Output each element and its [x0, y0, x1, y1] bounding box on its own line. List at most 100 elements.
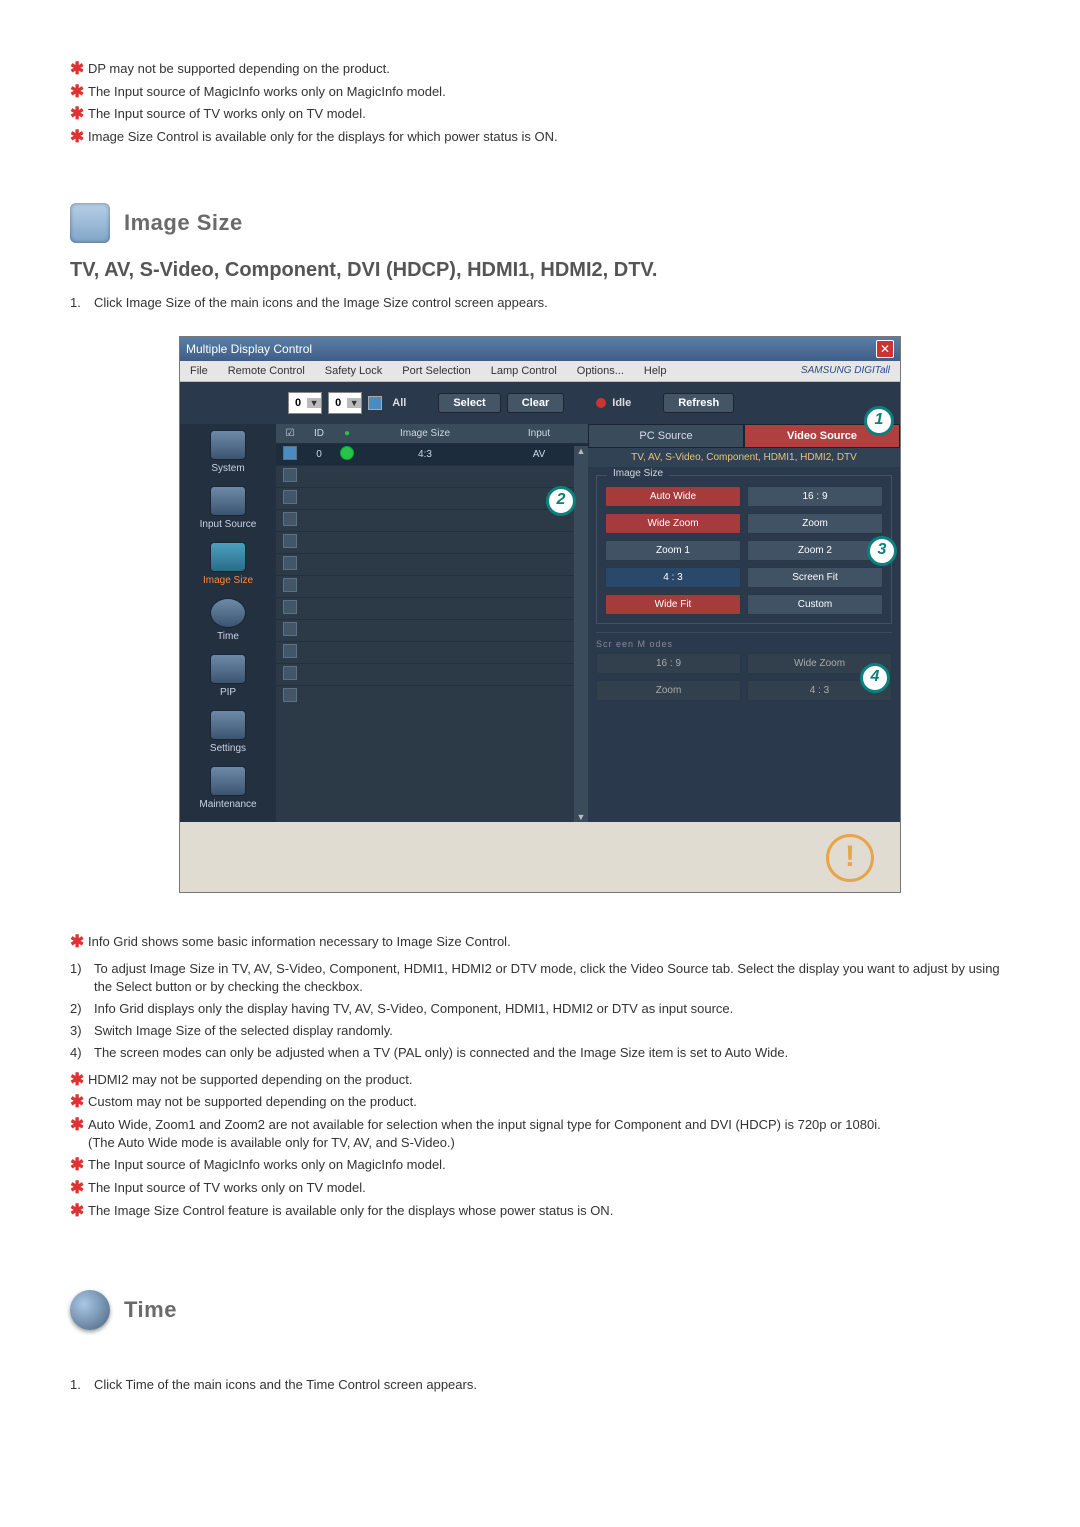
row-checkbox[interactable] [283, 490, 297, 504]
star-icon: ✱ [70, 1179, 88, 1198]
callout-1: 1 [864, 406, 894, 436]
row-checkbox[interactable] [283, 688, 297, 702]
sidebar-item-maintenance[interactable]: Maintenance [180, 766, 276, 810]
toolbar: 0 ▼ 0 ▼ All Select Clear Idle Refresh 1 [180, 382, 900, 424]
callout-2: 2 [546, 486, 576, 516]
table-row[interactable] [276, 488, 588, 510]
star-icon: ✱ [70, 83, 88, 102]
star-icon: ✱ [70, 1093, 88, 1112]
row-checkbox[interactable] [283, 578, 297, 592]
info-grid: ☑ ID ● Image Size Input 0 4:3 AV [276, 424, 588, 822]
input-source-icon [210, 486, 246, 516]
image-size-subtitle: TV, AV, S-Video, Component, DVI (HDCP), … [70, 259, 1010, 282]
sidebar-item-time[interactable]: Time [180, 598, 276, 642]
all-checkbox[interactable] [368, 396, 382, 410]
star-icon: ✱ [70, 105, 88, 124]
section-image-size-title: Image Size [124, 210, 243, 236]
zoom-button[interactable]: Zoom [747, 513, 883, 534]
dim-zoom-button[interactable]: Zoom [596, 680, 741, 701]
table-row[interactable]: 0 4:3 AV [276, 444, 588, 466]
16-9-button[interactable]: 16 : 9 [747, 486, 883, 507]
spin-a[interactable]: 0 ▼ [288, 392, 322, 414]
select-button[interactable]: Select [438, 393, 500, 413]
close-icon[interactable]: ✕ [876, 340, 894, 358]
video-mode-note: TV, AV, S-Video, Component, HDMI1, HDMI2… [588, 448, 900, 467]
image-size-sidebar-icon [210, 542, 246, 572]
top-notes: ✱DP may not be supported depending on th… [70, 60, 1010, 147]
callout-4: 4 [860, 663, 890, 693]
table-row[interactable] [276, 576, 588, 598]
row-checkbox[interactable] [283, 622, 297, 636]
row-checkbox[interactable] [283, 534, 297, 548]
spin-b[interactable]: 0 ▼ [328, 392, 362, 414]
star-icon: ✱ [70, 1202, 88, 1221]
auto-wide-button[interactable]: Auto Wide [605, 486, 741, 507]
zoom2-button[interactable]: Zoom 2 [747, 540, 883, 561]
row-checkbox[interactable] [283, 666, 297, 680]
row-checkbox[interactable] [283, 512, 297, 526]
table-row[interactable] [276, 532, 588, 554]
grid-header: ☑ ID ● Image Size Input [276, 424, 588, 444]
all-label: All [392, 397, 406, 409]
menubar: File Remote Control Safety Lock Port Sel… [180, 361, 900, 382]
wide-zoom-button[interactable]: Wide Zoom [605, 513, 741, 534]
maintenance-icon [210, 766, 246, 796]
section-time-head: Time [70, 1290, 1010, 1330]
row-checkbox[interactable] [283, 446, 297, 460]
sidebar-item-system[interactable]: System [180, 430, 276, 474]
menu-options[interactable]: Options... [567, 361, 634, 381]
info-icon: ! [826, 834, 874, 882]
pip-icon [210, 654, 246, 684]
image-size-group: Image Size Auto Wide 16 : 9 Wide Zoom Zo… [596, 475, 892, 624]
sidebar-item-pip[interactable]: PIP [180, 654, 276, 698]
sidebar-item-input-source[interactable]: Input Source [180, 486, 276, 530]
window-title: Multiple Display Control [186, 342, 312, 356]
sidebar-item-settings[interactable]: Settings [180, 710, 276, 754]
row-checkbox[interactable] [283, 468, 297, 482]
screen-fit-button[interactable]: Screen Fit [747, 567, 883, 588]
tab-pc-source[interactable]: PC Source [588, 424, 744, 448]
window-titlebar: Multiple Display Control ✕ [180, 337, 900, 361]
star-icon: ✱ [70, 933, 88, 952]
scroll-up-icon[interactable]: ▲ [577, 446, 586, 456]
right-pane: PC Source Video Source TV, AV, S-Video, … [588, 424, 900, 822]
star-icon: ✱ [70, 128, 88, 147]
row-checkbox[interactable] [283, 600, 297, 614]
wide-fit-button[interactable]: Wide Fit [605, 594, 741, 615]
chevron-down-icon[interactable]: ▼ [347, 398, 361, 408]
time-section-icon [70, 1290, 110, 1330]
table-row[interactable] [276, 598, 588, 620]
table-row[interactable] [276, 642, 588, 664]
table-row[interactable] [276, 554, 588, 576]
table-row[interactable] [276, 664, 588, 686]
menu-file[interactable]: File [180, 361, 218, 381]
status-led-icon [340, 446, 354, 460]
section-image-size-head: Image Size [70, 203, 1010, 243]
table-row[interactable] [276, 620, 588, 642]
row-checkbox[interactable] [283, 556, 297, 570]
4-3-button[interactable]: 4 : 3 [605, 567, 741, 588]
refresh-button[interactable]: Refresh [663, 393, 734, 413]
custom-button[interactable]: Custom [747, 594, 883, 615]
screen-modes-group: Scr een M odes 16 : 9 Wide Zoom Zoom 4 :… [596, 632, 892, 675]
menu-safety[interactable]: Safety Lock [315, 361, 392, 381]
menu-help[interactable]: Help [634, 361, 677, 381]
dim-16-9-button[interactable]: 16 : 9 [596, 653, 741, 674]
zoom1-button[interactable]: Zoom 1 [605, 540, 741, 561]
scroll-down-icon[interactable]: ▼ [577, 812, 586, 822]
system-icon [210, 430, 246, 460]
row-checkbox[interactable] [283, 644, 297, 658]
menu-port[interactable]: Port Selection [392, 361, 480, 381]
footer-bar: ! [180, 822, 900, 892]
menu-remote[interactable]: Remote Control [218, 361, 315, 381]
menu-lamp[interactable]: Lamp Control [481, 361, 567, 381]
table-row[interactable] [276, 466, 588, 488]
section-time-title: Time [124, 1297, 177, 1323]
star-icon: ✱ [70, 1156, 88, 1175]
table-row[interactable] [276, 510, 588, 532]
clear-button[interactable]: Clear [507, 393, 565, 413]
scrollbar[interactable]: ▲ ▼ [574, 446, 588, 822]
chevron-down-icon[interactable]: ▼ [307, 398, 321, 408]
sidebar-item-image-size[interactable]: Image Size [180, 542, 276, 586]
table-row[interactable] [276, 686, 588, 704]
